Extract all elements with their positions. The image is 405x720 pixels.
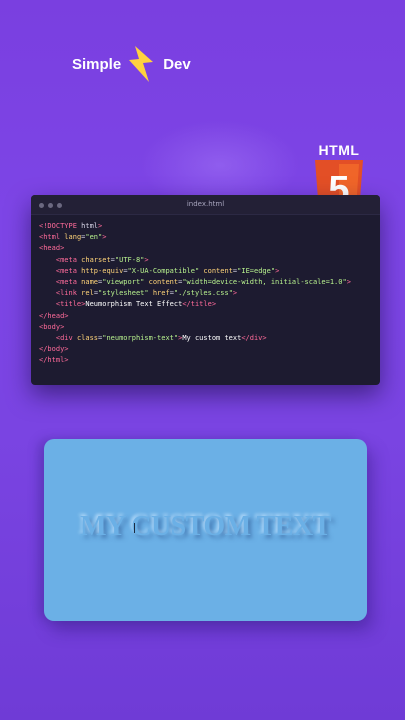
preview-card: My custom text: [44, 439, 367, 621]
code-line: <meta charset="UTF-8">: [55, 255, 149, 264]
code-line: </head>: [39, 311, 69, 320]
code-line: <title>Neumorphism Text Effect</title>: [55, 300, 217, 309]
code-content[interactable]: <!DOCTYPE html> <html lang="en"> <head> <m…: [31, 215, 380, 373]
code-line: <!DOCTYPE html>: [39, 222, 103, 230]
editor-filename: index.html: [186, 200, 225, 208]
brand-logo: Simple Dev: [72, 44, 212, 84]
code-line: <head>: [39, 244, 65, 253]
code-line: <body>: [39, 322, 65, 331]
code-line: <meta name="viewport" content="width=dev…: [55, 278, 351, 287]
code-line: <div class="neumorphism-text">My custom …: [55, 334, 267, 343]
code-line: </body>: [39, 345, 69, 354]
html5-badge-label: HTML: [318, 142, 360, 158]
code-line: </html>: [39, 356, 69, 365]
brand-left-word: Simple: [72, 55, 122, 73]
code-line: <meta http-equiv="X-UA-Compatible" conte…: [55, 266, 280, 275]
code-line: <html lang="en">: [39, 233, 107, 242]
code-line: <link rel="stylesheet" href="./styles.cs…: [55, 289, 238, 298]
editor-titlebar: index.html: [31, 195, 380, 215]
text-cursor: [134, 523, 135, 533]
lightning-bolt-icon: [127, 46, 155, 82]
code-editor-window: index.html <!DOCTYPE html> <html lang="en…: [31, 195, 380, 385]
brand-right-word: Dev: [163, 55, 191, 73]
neumorphism-text: My custom text: [80, 511, 331, 542]
